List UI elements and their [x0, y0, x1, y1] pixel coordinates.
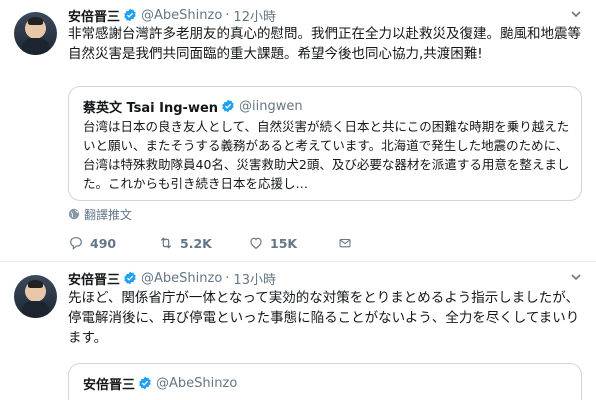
tweet[interactable]: 安倍晋三 @AbeShinzo · 12小時 非常感謝台灣許多老朋友的真心的慰問… [0, 0, 596, 262]
globe-icon [68, 208, 80, 220]
like-count: 15K [270, 235, 298, 251]
quoted-tweet-header: 蔡英文 Tsai Ing-wen @iingwen [83, 97, 303, 116]
direct-message-button[interactable] [338, 235, 358, 251]
avatar[interactable] [14, 12, 57, 55]
quoted-tweet-header: 安倍晋三 @AbeShinzo [83, 374, 238, 393]
chevron-down-icon[interactable] [570, 8, 582, 20]
author-name[interactable]: 安倍晋三 [68, 6, 120, 25]
quoted-tweet-text: 台湾は日本の良き友人として、自然災害が続く日本と共にこの困難な時期を乗り越えたい… [83, 119, 570, 191]
verified-badge-icon [124, 271, 136, 285]
like-icon [250, 237, 262, 250]
verified-badge-icon [124, 8, 136, 22]
quoted-author-handle: @AbeShinzo [156, 375, 238, 391]
reply-count: 490 [90, 235, 117, 251]
separator-dot: · [225, 7, 230, 23]
quoted-author-handle: @iingwen [239, 98, 303, 114]
timestamp[interactable]: 12小時 [233, 6, 276, 25]
avatar[interactable] [14, 275, 57, 318]
retweet-count: 5.2K [180, 235, 212, 251]
translate-tweet-link[interactable]: 翻譯推文 [68, 206, 132, 222]
tweet-text: 先ほど、関係省庁が一体となって実効的な対策をとりまとめるよう指示しましたが、停電… [68, 290, 580, 346]
tweet-text: 非常感謝台灣許多老朋友的真心的慰問。我們正在全力以赴救災及復建。颱風和地震等自然… [68, 26, 581, 62]
reply-button[interactable]: 490 [68, 235, 158, 251]
retweet-icon [160, 237, 172, 249]
author-handle[interactable]: @AbeShinzo [141, 271, 222, 286]
chevron-down-icon[interactable] [570, 271, 582, 283]
like-button[interactable]: 15K [248, 235, 338, 251]
tweet-header: 安倍晋三 @AbeShinzo · 12小時 [68, 6, 276, 25]
tweet-header: 安倍晋三 @AbeShinzo · 13小時 [68, 269, 276, 288]
quoted-author-name: 安倍晋三 [83, 377, 136, 393]
timestamp[interactable]: 13小時 [233, 269, 276, 288]
translate-label: 翻譯推文 [84, 207, 133, 222]
reply-icon [70, 237, 82, 250]
author-handle[interactable]: @AbeShinzo [141, 8, 222, 23]
tweet-actions: 490 5.2K 15K [68, 232, 358, 254]
verified-badge-icon [139, 376, 151, 390]
quoted-author-name: 蔡英文 Tsai Ing-wen [83, 100, 219, 116]
retweet-button[interactable]: 5.2K [158, 235, 248, 251]
separator-dot: · [225, 270, 230, 286]
quoted-tweet[interactable]: 蔡英文 Tsai Ing-wen @iingwen 台湾は日本の良き友人として、… [68, 86, 582, 201]
direct-message-icon [339, 238, 351, 248]
verified-badge-icon [222, 99, 234, 113]
author-name[interactable]: 安倍晋三 [68, 269, 120, 288]
quoted-tweet[interactable]: 安倍晋三 @AbeShinzo [68, 363, 582, 400]
